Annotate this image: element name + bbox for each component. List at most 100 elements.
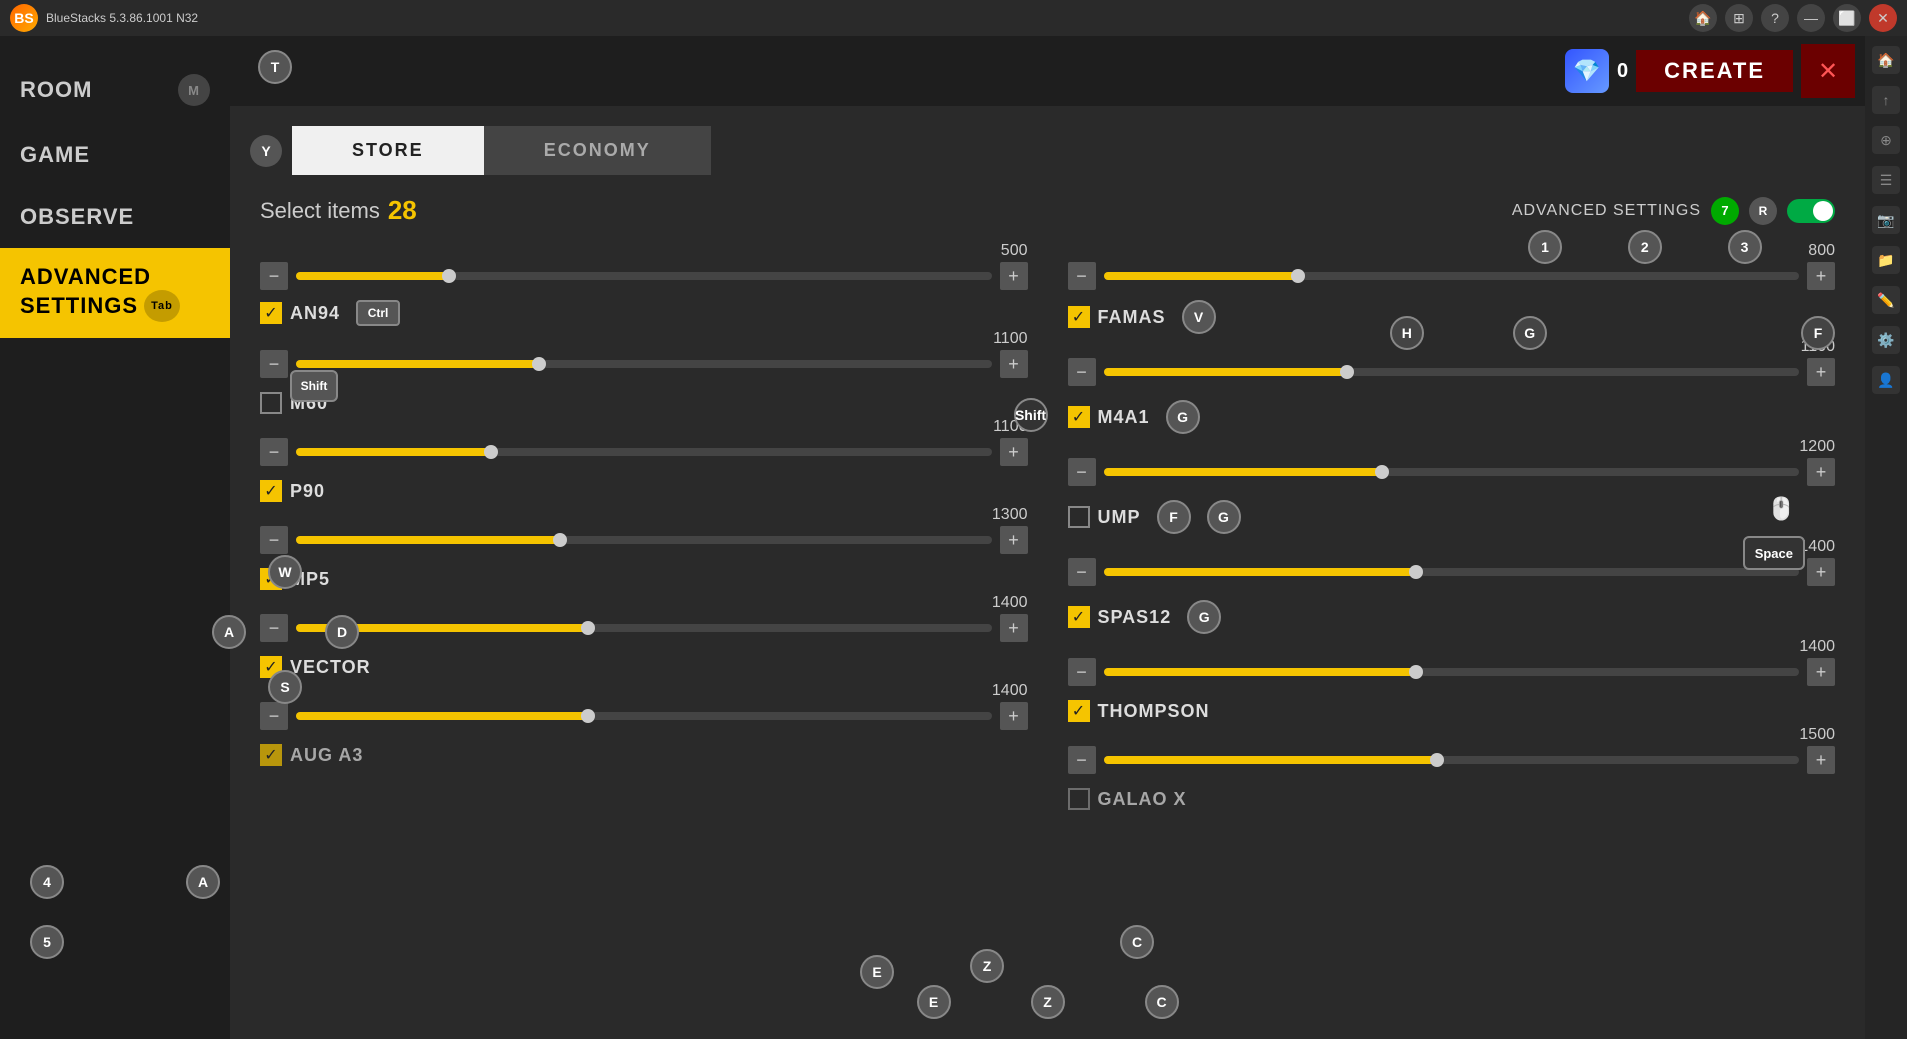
- thompson-plus[interactable]: +: [1807, 746, 1835, 774]
- top-right-track[interactable]: [1104, 272, 1800, 280]
- ump-checkbox[interactable]: [1068, 506, 1090, 528]
- help-btn[interactable]: ?: [1761, 4, 1789, 32]
- maximize-btn[interactable]: ⬜: [1833, 4, 1861, 32]
- key-t: T: [258, 50, 292, 84]
- mp5-value: 1400: [992, 594, 1028, 612]
- key-3: 3: [1728, 230, 1762, 264]
- sidebar-item-room[interactable]: ROOM M: [0, 56, 230, 124]
- p90-minus[interactable]: −: [260, 526, 288, 554]
- ctrl-key: Ctrl: [356, 300, 400, 326]
- shift-key-badge: Shift: [290, 370, 338, 402]
- right-icon-person[interactable]: 👤: [1872, 366, 1900, 394]
- ump-track[interactable]: [1104, 568, 1800, 576]
- key-e: E: [860, 955, 894, 989]
- famas-name: FAMAS: [1098, 307, 1166, 328]
- right-icon-edit[interactable]: ✏️: [1872, 286, 1900, 314]
- top-right-plus[interactable]: +: [1807, 262, 1835, 290]
- galao-name: GALAO X: [1098, 789, 1187, 810]
- key-w: W: [268, 555, 302, 589]
- p90-value: 1300: [992, 506, 1028, 524]
- vector-track[interactable]: [296, 712, 992, 720]
- right-icon-plus[interactable]: ⊕: [1872, 126, 1900, 154]
- right-icon-settings[interactable]: ⚙️: [1872, 326, 1900, 354]
- vector-minus[interactable]: −: [260, 702, 288, 730]
- thompson-checkbox[interactable]: ✓: [1068, 700, 1090, 722]
- ump-slider: − +: [1068, 558, 1836, 586]
- right-icon-camera[interactable]: 📷: [1872, 206, 1900, 234]
- mp5-minus[interactable]: −: [260, 614, 288, 642]
- ump-plus[interactable]: +: [1807, 558, 1835, 586]
- spas12-minus[interactable]: −: [1068, 658, 1096, 686]
- h-key: H: [1390, 316, 1424, 350]
- p90-checkbox[interactable]: ✓: [260, 480, 282, 502]
- m60-track[interactable]: [296, 448, 992, 456]
- top-left-slider: 500 − +: [260, 242, 1028, 290]
- weapon-m60: M60 1100 − + Shift: [260, 392, 1028, 466]
- close-btn[interactable]: ✕: [1869, 4, 1897, 32]
- an94-track[interactable]: [296, 360, 992, 368]
- sidebar-item-game[interactable]: GAME: [0, 124, 230, 186]
- top-right-minus[interactable]: −: [1068, 262, 1096, 290]
- galao-checkbox[interactable]: [1068, 788, 1090, 810]
- thompson-slider: − +: [1068, 746, 1836, 774]
- famas-track[interactable]: [1104, 368, 1800, 376]
- tab-economy[interactable]: ECONOMY: [484, 126, 711, 175]
- right-icon-list[interactable]: ☰: [1872, 166, 1900, 194]
- right-panel: 🏠 ↑ ⊕ ☰ 📷 📁 ✏️ ⚙️ 👤: [1865, 36, 1907, 1039]
- an94-plus[interactable]: +: [1000, 350, 1028, 378]
- close-icon[interactable]: ✕: [1801, 44, 1855, 98]
- famas-plus[interactable]: +: [1807, 358, 1835, 386]
- an94-minus[interactable]: −: [260, 350, 288, 378]
- vector-plus[interactable]: +: [1000, 702, 1028, 730]
- right-icon-folder[interactable]: 📁: [1872, 246, 1900, 274]
- f-key-ump: F: [1157, 500, 1191, 534]
- right-icon-up[interactable]: ↑: [1872, 86, 1900, 114]
- tab-store[interactable]: STORE: [292, 126, 484, 175]
- top-left-track[interactable]: [296, 272, 992, 280]
- famas-minus[interactable]: −: [1068, 358, 1096, 386]
- sidebar-item-advanced-settings[interactable]: ADVANCED SETTINGS Tab: [0, 248, 230, 338]
- mp5-track[interactable]: [296, 624, 992, 632]
- m4a1-track[interactable]: [1104, 468, 1800, 476]
- thompson-track[interactable]: [1104, 756, 1800, 764]
- advanced-settings-toggle[interactable]: [1787, 199, 1835, 223]
- multi-window-btn[interactable]: ⊞: [1725, 4, 1753, 32]
- mp5-plus[interactable]: +: [1000, 614, 1028, 642]
- thompson-minus[interactable]: −: [1068, 746, 1096, 774]
- select-items-label: Select items: [260, 198, 380, 224]
- m4a1-minus[interactable]: −: [1068, 458, 1096, 486]
- create-button[interactable]: CREATE: [1636, 50, 1793, 92]
- ump-minus[interactable]: −: [1068, 558, 1096, 586]
- weapon-p90: ✓ P90 1300 − +: [260, 480, 1028, 554]
- famas-checkbox[interactable]: ✓: [1068, 306, 1090, 328]
- tab-key-badge: Tab: [144, 290, 180, 322]
- m60-checkbox[interactable]: [260, 392, 282, 414]
- right-icon-home[interactable]: 🏠: [1872, 46, 1900, 74]
- key-space: Space: [1743, 536, 1805, 570]
- p90-plus[interactable]: +: [1000, 526, 1028, 554]
- auga3-checkbox[interactable]: ✓: [260, 744, 282, 766]
- weapon-ump: UMP F G 1400 − +: [1068, 500, 1836, 586]
- p90-track[interactable]: [296, 536, 992, 544]
- spas12-checkbox[interactable]: ✓: [1068, 606, 1090, 628]
- m60-plus[interactable]: +: [1000, 438, 1028, 466]
- m4a1-checkbox[interactable]: ✓: [1068, 406, 1090, 428]
- spas12-plus[interactable]: +: [1807, 658, 1835, 686]
- sidebar-item-observe[interactable]: OBSERVE: [0, 186, 230, 248]
- key-1: 1: [1528, 230, 1562, 264]
- bottom-key-badges: E Z C: [917, 985, 1179, 1019]
- home-btn[interactable]: 🏠: [1689, 4, 1717, 32]
- top-right-fill: [1104, 272, 1299, 280]
- m60-minus[interactable]: −: [260, 438, 288, 466]
- tabs-row: Y STORE ECONOMY: [250, 126, 1845, 175]
- m60-slider: − +: [260, 438, 1028, 466]
- top-left-plus[interactable]: +: [1000, 262, 1028, 290]
- top-left-minus[interactable]: −: [260, 262, 288, 290]
- an94-checkbox[interactable]: ✓: [260, 302, 282, 324]
- m4a1-plus[interactable]: +: [1807, 458, 1835, 486]
- mouse-cursor-icon: 🖱️: [1768, 496, 1795, 522]
- key-e-bottom: E: [917, 985, 951, 1019]
- spas12-track[interactable]: [1104, 668, 1800, 676]
- key-2: 2: [1628, 230, 1662, 264]
- minimize-btn[interactable]: —: [1797, 4, 1825, 32]
